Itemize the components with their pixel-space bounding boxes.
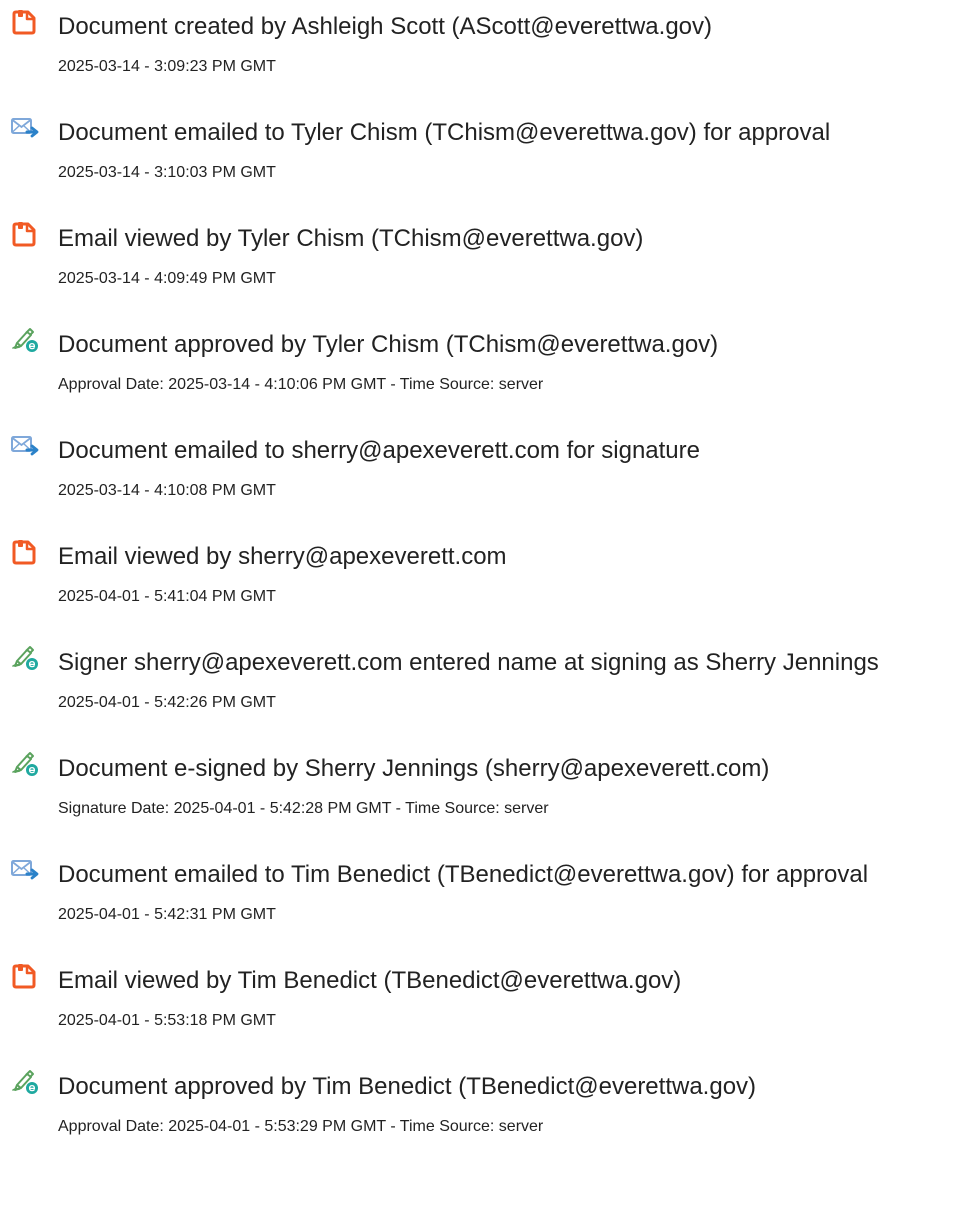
entry-title: Document created by Ashleigh Scott (ASco… [58, 13, 713, 40]
entry-title: Document emailed to Tim Benedict (TBened… [58, 861, 869, 888]
entry-title: Signer sherry@apexeverett.com entered na… [58, 649, 879, 676]
audit-entry: Document approved by Tyler Chism (TChism… [0, 318, 969, 408]
audit-entry: Email viewed by sherry@apexeverett.com 2… [0, 530, 969, 620]
entry-title: Document e-signed by Sherry Jennings (sh… [58, 755, 770, 782]
entry-title: Document emailed to sherry@apexeverett.c… [58, 437, 700, 464]
e-sign-icon [10, 327, 40, 353]
audit-entry: Signer sherry@apexeverett.com entered na… [0, 636, 969, 726]
audit-entry: Document approved by Tim Benedict (TBene… [0, 1060, 969, 1150]
audit-entry: Email viewed by Tyler Chism (TChism@ever… [0, 212, 969, 302]
entry-timestamp: 2025-04-01 - 5:42:26 PM GMT [58, 694, 276, 711]
audit-entry: Document created by Ashleigh Scott (ASco… [0, 0, 969, 90]
entry-title: Email viewed by Tyler Chism (TChism@ever… [58, 225, 644, 252]
e-sign-icon [10, 645, 40, 671]
audit-entry: Document emailed to Tim Benedict (TBened… [0, 848, 969, 938]
email-sent-icon [10, 115, 40, 141]
entry-timestamp: 2025-04-01 - 5:53:18 PM GMT [58, 1012, 276, 1029]
entry-timestamp: 2025-04-01 - 5:42:31 PM GMT [58, 906, 276, 923]
entry-title: Document approved by Tim Benedict (TBene… [58, 1073, 757, 1100]
entry-timestamp: 2025-03-14 - 4:10:08 PM GMT [58, 482, 276, 499]
email-sent-icon [10, 857, 40, 883]
email-viewed-icon [10, 963, 40, 989]
audit-entry: Document e-signed by Sherry Jennings (sh… [0, 742, 969, 832]
entry-title: Email viewed by sherry@apexeverett.com [58, 543, 507, 570]
audit-entry: Email viewed by Tim Benedict (TBenedict@… [0, 954, 969, 1044]
entry-title: Document approved by Tyler Chism (TChism… [58, 331, 719, 358]
audit-entry: Document emailed to sherry@apexeverett.c… [0, 424, 969, 514]
e-sign-icon [10, 1069, 40, 1095]
document-created-icon [10, 9, 40, 35]
entry-title: Email viewed by Tim Benedict (TBenedict@… [58, 967, 682, 994]
entry-approval-date: Approval Date: 2025-03-14 - 4:10:06 PM G… [58, 376, 544, 393]
entry-timestamp: 2025-03-14 - 3:10:03 PM GMT [58, 164, 276, 181]
entry-timestamp: 2025-04-01 - 5:41:04 PM GMT [58, 588, 276, 605]
entry-title: Document emailed to Tyler Chism (TChism@… [58, 119, 831, 146]
email-viewed-icon [10, 539, 40, 565]
entry-timestamp: 2025-03-14 - 4:09:49 PM GMT [58, 270, 276, 287]
email-viewed-icon [10, 221, 40, 247]
entry-approval-date: Approval Date: 2025-04-01 - 5:53:29 PM G… [58, 1118, 544, 1135]
e-sign-icon [10, 751, 40, 777]
email-sent-icon [10, 433, 40, 459]
entry-signature-date: Signature Date: 2025-04-01 - 5:42:28 PM … [58, 800, 549, 817]
audit-entry: Document emailed to Tyler Chism (TChism@… [0, 106, 969, 196]
entry-timestamp: 2025-03-14 - 3:09:23 PM GMT [58, 58, 276, 75]
